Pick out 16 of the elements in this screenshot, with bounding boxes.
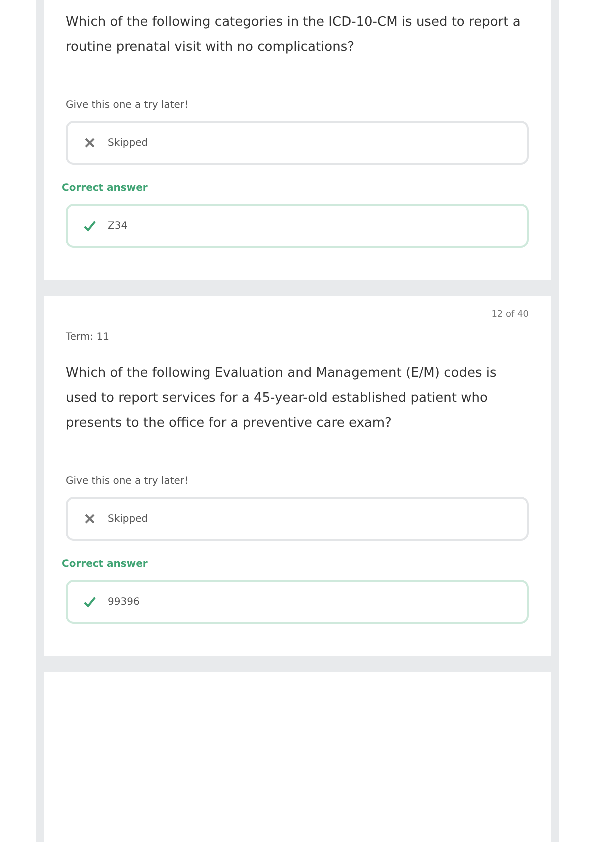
answer-text: Skipped (108, 514, 148, 524)
answer-text: Skipped (108, 138, 148, 148)
question-counter: 12 of 40 (490, 310, 529, 320)
answer-text: Z34 (108, 220, 128, 232)
close-icon (84, 513, 96, 525)
term-label: Term: 11 (66, 332, 111, 343)
question-text: Which of the following Evaluation and Management (E/M) codes is used to report services for a 45-year-old established patient who presents to the office for a preventive care exam? (66, 365, 498, 433)
correct-answer-label: Correct answer (62, 559, 149, 570)
answer-text: 99396 (108, 596, 140, 608)
check-icon (84, 220, 96, 232)
correct-answer-label: Correct answer (62, 183, 149, 194)
question-text: Which of the following categories in the ICD-10-CM is used to report a routine prenatal visit with no complications? (66, 14, 522, 57)
close-icon (84, 137, 96, 149)
prompt-label: Give this one a try later! (66, 476, 190, 487)
check-icon (84, 596, 96, 608)
prompt-label: Give this one a try later! (66, 100, 190, 111)
